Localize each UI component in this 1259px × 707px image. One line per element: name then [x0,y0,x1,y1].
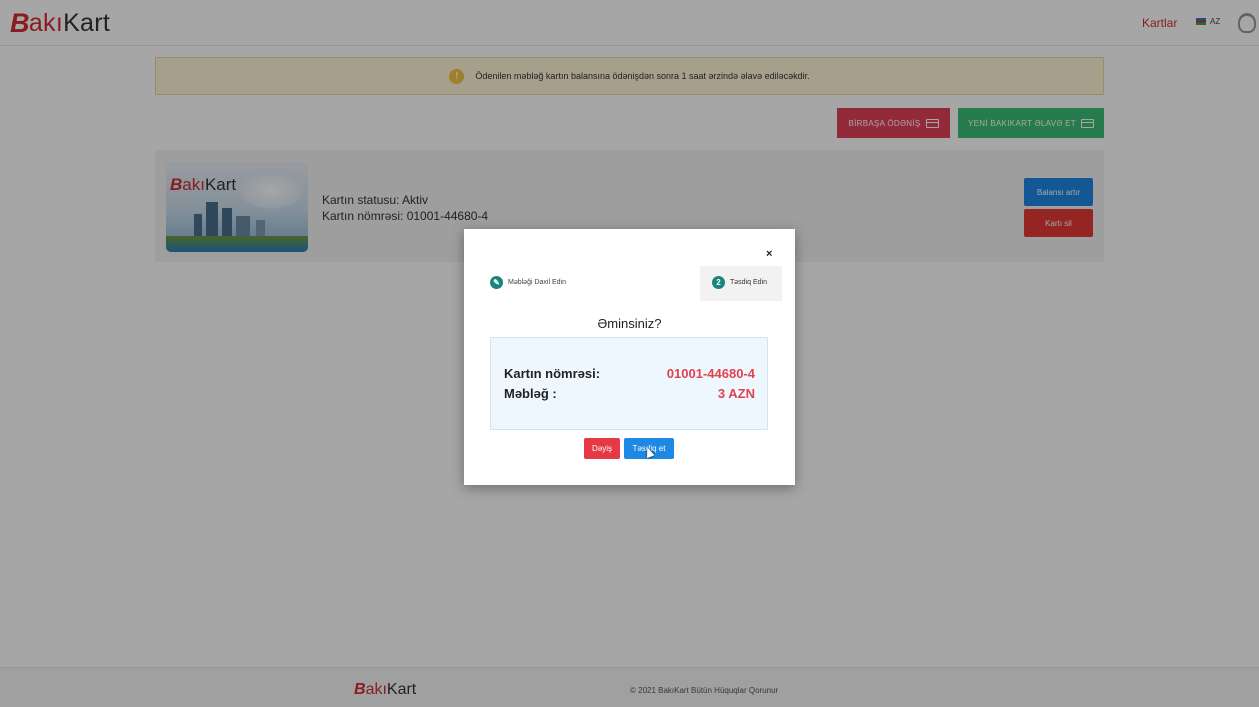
step-confirm: 2 Təsdiq Edin [712,276,767,289]
card-number-value: 01001-44680-4 [666,366,755,381]
step1-label: Məbləği Daxil Edin [508,279,566,286]
amount-value: 3 AZN [717,386,755,401]
summary-box [490,337,768,430]
step-number-badge: 2 [712,276,725,289]
change-button[interactable]: Dəyiş [584,438,620,459]
amount-label: Məbləğ : [504,386,557,401]
step-enter-amount[interactable]: ✎ Məbləği Daxil Edin [490,276,566,289]
step2-label: Təsdiq Edin [730,279,767,286]
close-icon[interactable]: × [766,248,772,260]
card-number-label: Kartın nömrəsi: [504,366,601,381]
modal-title: Əminsiniz? [597,316,662,331]
pencil-icon: ✎ [490,276,503,289]
